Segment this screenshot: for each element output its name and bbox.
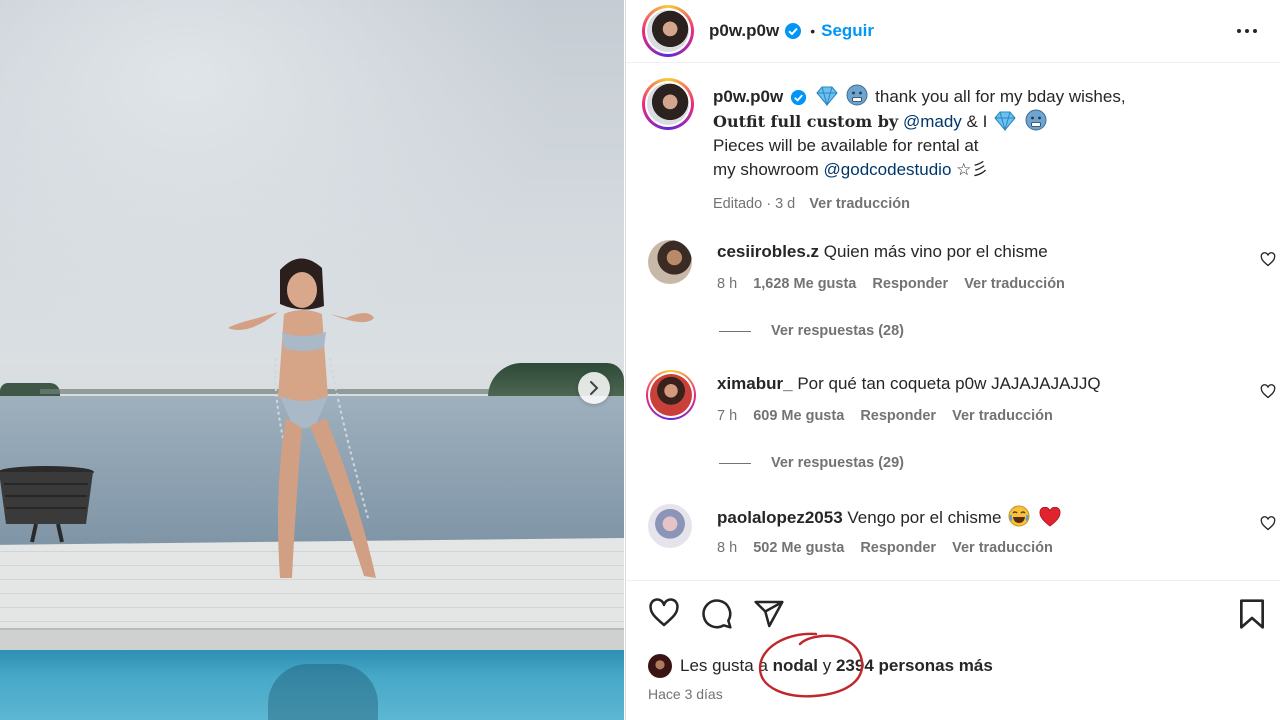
caption-amp-text: & I [966,112,988,131]
caption-line3: Pieces will be available for rental at [713,136,979,155]
replies-divider-line [719,462,751,464]
comment-content: Por qué tan coqueta p0w JAJAJAJAJJQ [797,374,1101,393]
cold-face-emoji-icon [846,84,868,106]
caption-avatar [647,83,689,125]
caption-avatar-ring[interactable] [642,78,694,130]
comment-time: 8 h [717,276,738,292]
cold-face-emoji-icon [1025,109,1047,131]
header-separator: • [810,23,816,39]
view-replies-button[interactable]: Ver respuestas (29) [719,455,904,471]
comment-time: 7 h [717,408,738,424]
post-time-ago: Hace 3 días [648,686,723,702]
pool-reflection [268,664,378,720]
chevron-right-icon [590,381,599,395]
save-bookmark-icon[interactable] [1238,598,1266,630]
mention-mady[interactable]: @mady [903,112,962,131]
caption-suffix: ☆彡 [956,160,989,179]
likes-conj: y [822,656,832,675]
comment-meta: 8 h 502 Me gusta Responder Ver traducció… [717,540,1197,556]
comment-content: Quien más vino por el chisme [823,242,1048,261]
deck-edge [0,628,624,652]
comment-username[interactable]: ximabur_ [717,374,793,393]
share-send-icon[interactable] [753,598,785,630]
comment-username[interactable]: paolalopez2053 [717,508,843,527]
comment-translate-link[interactable]: Ver traducción [952,408,1053,424]
comments-section: p0w.p0w thank you all for my bday wishes… [626,64,1280,581]
post-header: p0w.p0w • Seguir [626,0,1280,63]
mention-godcodestudio[interactable]: @godcodestudio [824,160,952,179]
comment-likes[interactable]: 609 Me gusta [753,408,844,424]
comment-reply-button[interactable]: Responder [872,276,948,292]
caption-meta: Editado · 3 d Ver traducción [713,192,1253,216]
more-horizontal-icon[interactable] [1236,20,1258,42]
comment-bubble-icon[interactable] [701,598,733,630]
follow-button[interactable]: Seguir [821,21,874,41]
verified-badge-icon [790,89,807,106]
commenter-avatar[interactable] [648,240,692,284]
carousel-next-button[interactable] [578,372,610,404]
likes-prefix: Les gusta a [680,656,768,675]
comment-username[interactable]: cesiirobles.z [717,242,819,261]
author-avatar [647,10,689,52]
red-heart-emoji-icon [1039,507,1061,527]
comment-text: paolalopez2053 Vengo por el chisme [717,505,1197,529]
view-replies-button[interactable]: Ver respuestas (28) [719,323,904,339]
comment-like-heart-icon[interactable] [1260,516,1276,531]
comment-reply-button[interactable]: Responder [860,540,936,556]
like-heart-icon[interactable] [648,598,680,628]
comment-reply-button[interactable]: Responder [860,408,936,424]
verified-badge-icon [785,23,802,39]
post-side-panel: p0w.p0w • Seguir p0w.p0w thank you all f… [625,0,1280,720]
comment-text: ximabur_ Por qué tan coqueta p0w JAJAJAJ… [717,373,1197,395]
author-avatar-ring[interactable] [642,5,694,57]
caption-text: p0w.p0w thank you all for my bday wishes… [713,84,1253,216]
view-replies-label: Ver respuestas (29) [771,455,904,471]
commenter-avatar [650,374,692,416]
commenter-avatar-ring[interactable] [646,370,696,420]
comment-meta: 7 h 609 Me gusta Responder Ver traducció… [717,408,1197,424]
comment-likes[interactable]: 502 Me gusta [753,540,844,556]
comment-like-heart-icon[interactable] [1260,384,1276,399]
gem-emoji-icon [994,111,1016,131]
comment-translate-link[interactable]: Ver traducción [952,540,1053,556]
laughing-emoji-icon [1008,505,1030,527]
comment-translate-link[interactable]: Ver traducción [964,276,1065,292]
header-username[interactable]: p0w.p0w [709,21,779,41]
liker-avatar[interactable] [648,654,672,678]
comment-content: Vengo por el chisme [847,508,1002,527]
comment-meta: 8 h 1,628 Me gusta Responder Ver traducc… [717,276,1197,292]
comment-text: cesiirobles.z Quien más vino por el chis… [717,241,1197,263]
gem-emoji-icon [816,86,838,106]
commenter-avatar[interactable] [648,504,692,548]
caption-edited: Editado · 3 d [713,196,796,212]
person-figure [228,258,376,578]
caption-username[interactable]: p0w.p0w [713,87,783,106]
caption-line4: my showroom [713,160,819,179]
comment-like-heart-icon[interactable] [1260,252,1276,267]
liker-username[interactable]: nodal [773,656,818,676]
comment-likes[interactable]: 1,628 Me gusta [753,276,856,292]
comment-time: 8 h [717,540,738,556]
caption-bold-text: Outfit full custom by [713,112,899,131]
view-replies-label: Ver respuestas (28) [771,323,904,339]
likes-count[interactable]: 2394 personas más [836,656,993,676]
post-action-bar [626,598,1280,638]
replies-divider-line [719,330,751,332]
caption-line1: thank you all for my bday wishes, [875,87,1126,106]
likes-summary: Les gusta a nodal y 2394 personas más [648,654,993,678]
fire-pit [0,466,94,543]
caption-translate-link[interactable]: Ver traducción [809,196,910,212]
post-photo [0,0,624,720]
